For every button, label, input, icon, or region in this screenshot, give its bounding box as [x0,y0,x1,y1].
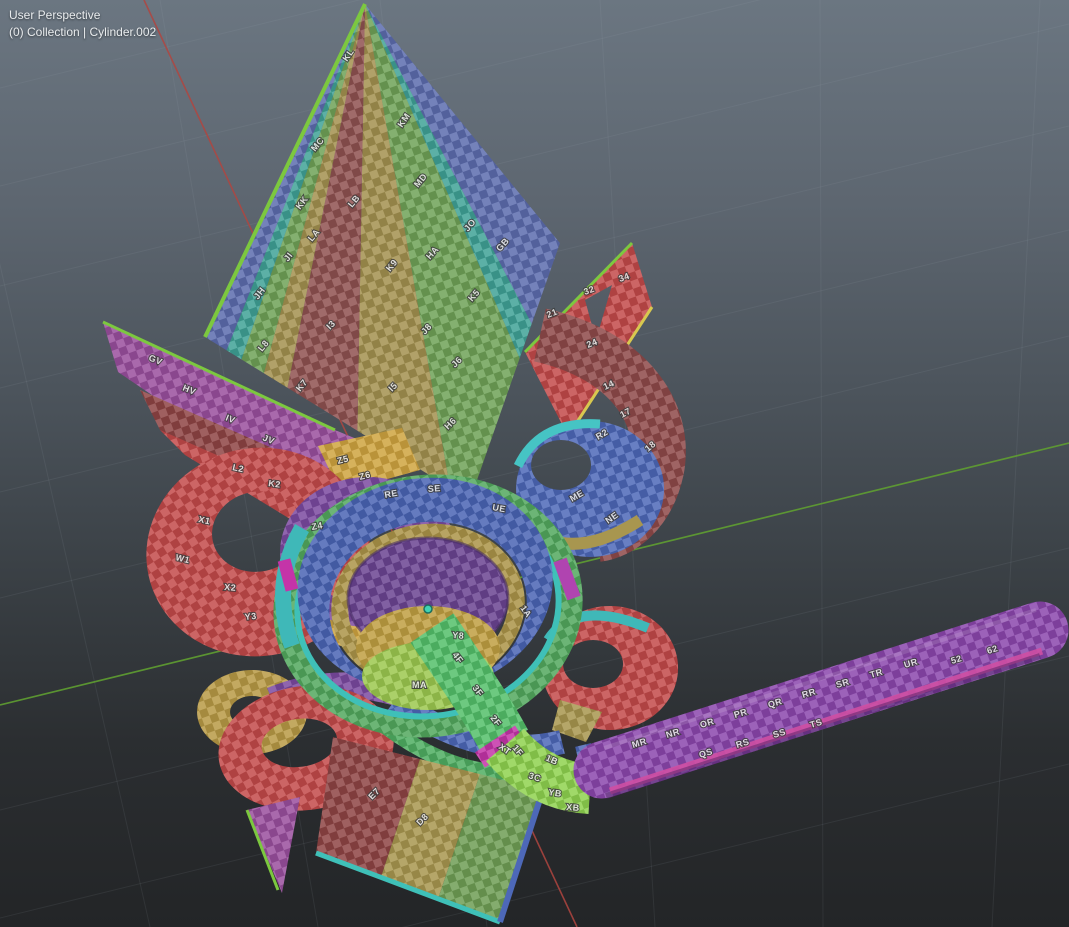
uv-label: XB [566,802,580,813]
uv-label: MA [412,680,427,690]
uv-label: Y3 [244,611,257,622]
3d-viewport-canvas[interactable]: KL KM MC LB LA K9 J8 J6 I5 I3 H6 32 34 1… [0,0,1069,927]
uv-label: Z4 [311,520,324,532]
uv-label: Y8 [452,630,465,641]
object-origin-dot [424,605,432,613]
blender-3d-viewport[interactable]: User Perspective (0) Collection | Cylind… [0,0,1069,927]
uv-label: YB [548,787,563,799]
uv-label: X2 [224,582,237,593]
hub-left-magenta-bit [284,560,292,590]
uv-label: K2 [268,478,282,490]
uv-label: SE [427,483,441,494]
